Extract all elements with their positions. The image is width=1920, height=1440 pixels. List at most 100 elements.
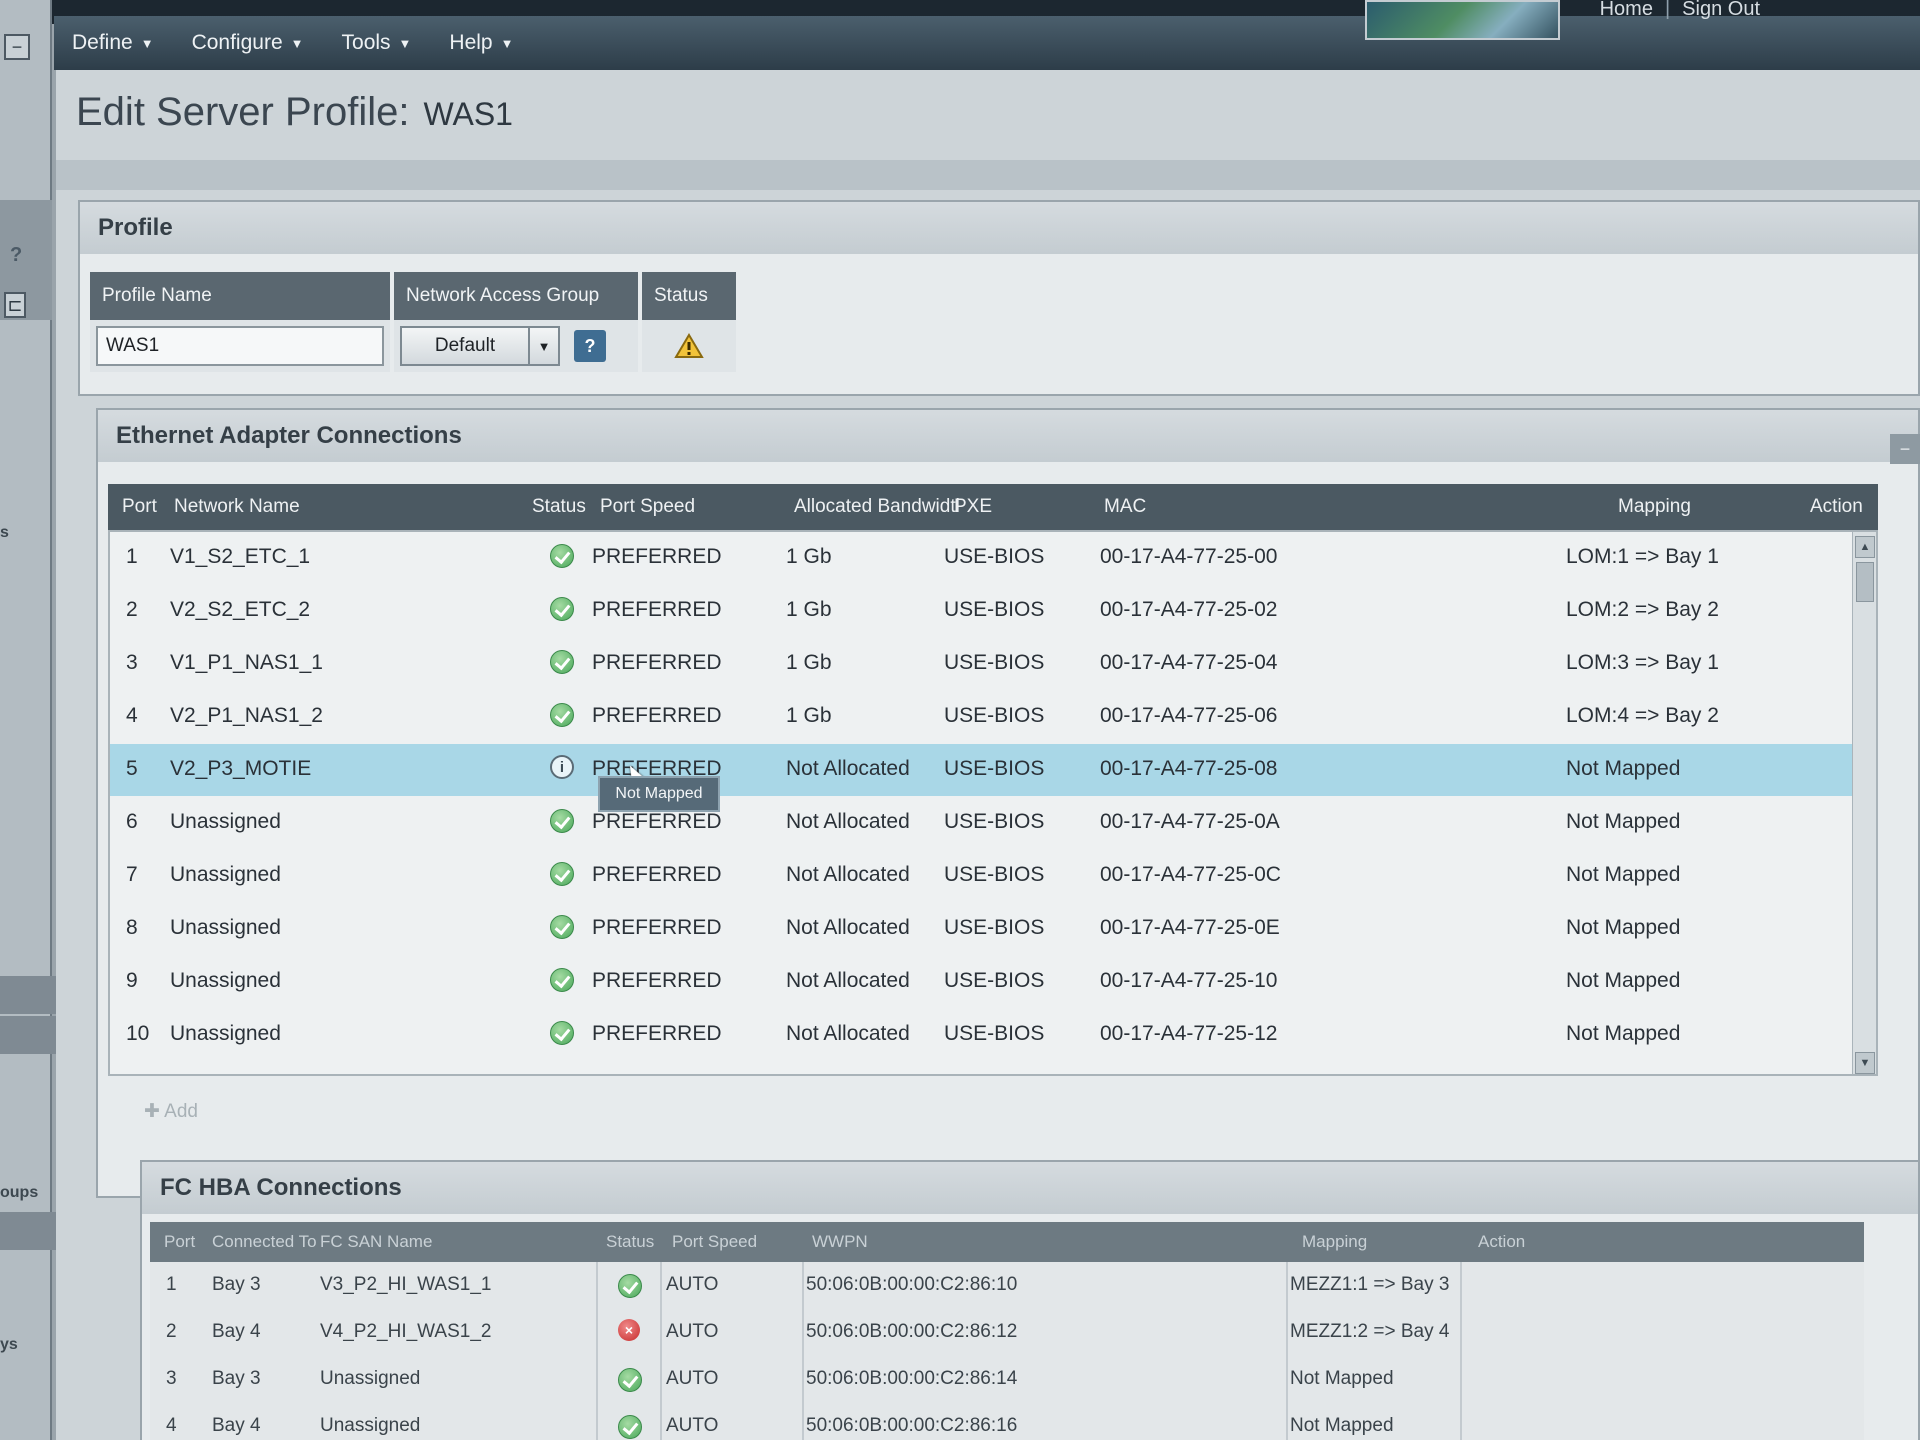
pxe-cell: USE-BIOS <box>944 598 1045 621</box>
page-title-label: Edit Server Profile: <box>76 90 410 134</box>
table-row[interactable]: 1 Bay 3 V3_P2_HI_WAS1_1 AUTO 50:06:0B:00:00:… <box>150 1262 1864 1308</box>
table-row[interactable]: 7 Unassigned PREFERRED Not Allocated USE-BIO… <box>110 850 1876 902</box>
fc-col-connected-to[interactable]: Connected To <box>212 1232 317 1252</box>
ethernet-grid-body: 1 V1_S2_ETC_1 PREFERRED 1 Gb USE-BIOS 00-17-A… <box>108 530 1878 1076</box>
menu-tools[interactable]: Tools ▼ <box>342 31 412 55</box>
table-row[interactable]: 8 Unassigned PREFERRED Not Allocated USE-BIO… <box>110 903 1876 955</box>
pxe-cell: USE-BIOS <box>944 863 1045 886</box>
wwpn-cell: 50:06:0B:00:00:C2:86:10 <box>806 1274 1018 1295</box>
page-title-subject: WAS1 <box>423 96 513 132</box>
ethernet-panel: Ethernet Adapter Connections − Port Netw… <box>96 408 1920 1198</box>
mac-cell: 00-17-A4-77-25-02 <box>1100 598 1278 621</box>
status-ok-icon <box>550 650 574 674</box>
mac-cell: 00-17-A4-77-25-12 <box>1100 1022 1278 1045</box>
mac-cell: 00-17-A4-77-25-0E <box>1100 916 1280 939</box>
chevron-down-icon[interactable]: ▼ <box>528 328 558 364</box>
fc-col-wwpn[interactable]: WWPN <box>812 1232 868 1252</box>
bandwidth-cell: Not Allocated <box>786 757 910 780</box>
status-column: Status <box>642 272 736 372</box>
table-row[interactable]: 5 V2_P3_MOTIE PREFERRED Not Allocated USE-BI… <box>110 744 1876 796</box>
table-row[interactable]: 4 V2_P1_NAS1_2 PREFERRED 1 Gb USE-BIOS 00-17-… <box>110 691 1876 743</box>
mapping-cell: Not Mapped <box>1566 810 1681 833</box>
mapping-cell: MEZZ1:2 => Bay 4 <box>1290 1321 1450 1342</box>
menu-label: Define <box>72 31 133 54</box>
col-port-speed[interactable]: Port Speed <box>600 496 695 518</box>
collapse-rail-button[interactable]: − <box>4 34 30 60</box>
scroll-down-icon[interactable]: ▼ <box>1855 1052 1875 1074</box>
fc-col-port[interactable]: Port <box>164 1232 195 1252</box>
table-row[interactable]: 4 Bay 4 Unassigned AUTO 50:06:0B:00:00:C2:86… <box>150 1403 1864 1440</box>
fc-col-port-speed[interactable]: Port Speed <box>672 1232 757 1252</box>
fc-col-mapping[interactable]: Mapping <box>1302 1232 1367 1252</box>
scroll-thumb[interactable] <box>1856 562 1874 602</box>
port-cell: 5 <box>126 757 138 780</box>
fc-col-action[interactable]: Action <box>1478 1232 1525 1252</box>
network-name-cell: V2_P3_MOTIE <box>170 757 312 780</box>
home-link[interactable]: Home <box>1600 0 1653 21</box>
col-mapping[interactable]: Mapping <box>1618 496 1691 518</box>
rail-label-fragment[interactable]: ys <box>0 1336 18 1354</box>
profile-panel: Profile Profile Name WAS1 Network Access… <box>78 200 1920 396</box>
port-speed-cell: AUTO <box>666 1415 719 1436</box>
rail-help-icon[interactable]: ? <box>10 244 22 267</box>
port-cell: 1 <box>166 1274 177 1295</box>
top-links: Home | Sign Out <box>1600 0 1760 21</box>
san-name-cell: V3_P2_HI_WAS1_1 <box>320 1274 492 1295</box>
ethernet-scrollbar[interactable]: ▲ ▼ <box>1852 532 1876 1074</box>
port-speed-cell: PREFERRED <box>592 969 722 992</box>
table-row[interactable]: 1 V1_S2_ETC_1 PREFERRED 1 Gb USE-BIOS 00-17-A… <box>110 532 1876 584</box>
fc-col-status[interactable]: Status <box>606 1232 654 1252</box>
col-status[interactable]: Status <box>532 496 586 518</box>
scroll-up-icon[interactable]: ▲ <box>1855 536 1875 558</box>
chevron-down-icon: ▼ <box>398 35 412 51</box>
table-row[interactable]: 2 Bay 4 V4_P2_HI_WAS1_2 AUTO 50:06:0B:00:00:… <box>150 1309 1864 1355</box>
port-cell: 6 <box>126 810 138 833</box>
port-cell: 3 <box>126 651 138 674</box>
network-name-cell: Unassigned <box>170 916 281 939</box>
status-header: Status <box>642 272 736 320</box>
menu-help[interactable]: Help ▼ <box>449 31 513 55</box>
col-mac[interactable]: MAC <box>1104 496 1146 518</box>
page-title: Edit Server Profile: WAS1 <box>76 90 513 135</box>
col-network-name[interactable]: Network Name <box>174 496 300 518</box>
bandwidth-cell: 1 Gb <box>786 651 832 674</box>
sign-out-link[interactable]: Sign Out <box>1682 0 1760 21</box>
menu-define[interactable]: Define ▼ <box>72 31 154 55</box>
chevron-down-icon: ▼ <box>140 35 154 51</box>
fc-col-san-name[interactable]: FC SAN Name <box>320 1232 432 1252</box>
bandwidth-cell: Not Allocated <box>786 810 910 833</box>
nag-select-value: Default <box>434 335 496 356</box>
collapse-ethernet-button[interactable]: − <box>1890 434 1920 464</box>
pxe-cell: USE-BIOS <box>944 810 1045 833</box>
mac-cell: 00-17-A4-77-25-08 <box>1100 757 1278 780</box>
status-ok-icon <box>550 597 574 621</box>
port-speed-cell: PREFERRED <box>592 810 722 833</box>
warning-icon <box>674 333 704 358</box>
col-port[interactable]: Port <box>122 496 157 518</box>
menu-configure[interactable]: Configure ▼ <box>192 31 304 55</box>
mapping-cell: Not Mapped <box>1566 916 1681 939</box>
rail-label-groups[interactable]: oups <box>0 1184 38 1202</box>
nag-help-button[interactable]: ? <box>574 330 606 362</box>
nag-select[interactable]: Default ▼ <box>400 326 560 366</box>
table-row[interactable]: 10 Unassigned PREFERRED Not Allocated USE-BI… <box>110 1009 1876 1061</box>
table-row[interactable]: 6 Unassigned PREFERRED Not Allocated USE-BIO… <box>110 797 1876 849</box>
table-row[interactable]: 2 V2_S2_ETC_2 PREFERRED 1 Gb USE-BIOS 00-17-A… <box>110 585 1876 637</box>
profile-name-input[interactable]: WAS1 <box>96 326 384 366</box>
table-row[interactable]: 3 Bay 3 Unassigned AUTO 50:06:0B:00:00:C2:86… <box>150 1356 1864 1402</box>
port-cell: 7 <box>126 863 138 886</box>
mac-cell: 00-17-A4-77-25-06 <box>1100 704 1278 727</box>
link-separator: | <box>1664 0 1671 20</box>
network-name-cell: Unassigned <box>170 863 281 886</box>
bandwidth-cell: Not Allocated <box>786 1022 910 1045</box>
rail-expand-icon[interactable]: ⊏ <box>4 292 26 318</box>
col-pxe[interactable]: PXE <box>954 496 992 518</box>
port-cell: 3 <box>166 1368 177 1389</box>
col-action[interactable]: Action <box>1810 496 1863 518</box>
port-cell: 2 <box>126 598 138 621</box>
col-allocated-bandwidth[interactable]: Allocated Bandwidtl <box>794 496 960 518</box>
table-row[interactable]: 3 V1_P1_NAS1_1 PREFERRED 1 Gb USE-BIOS 00-17-… <box>110 638 1876 690</box>
network-name-cell: Unassigned <box>170 1022 281 1045</box>
table-row[interactable]: 9 Unassigned PREFERRED Not Allocated USE-BIO… <box>110 956 1876 1008</box>
add-connection-button[interactable]: ✚ Add <box>144 1100 198 1123</box>
